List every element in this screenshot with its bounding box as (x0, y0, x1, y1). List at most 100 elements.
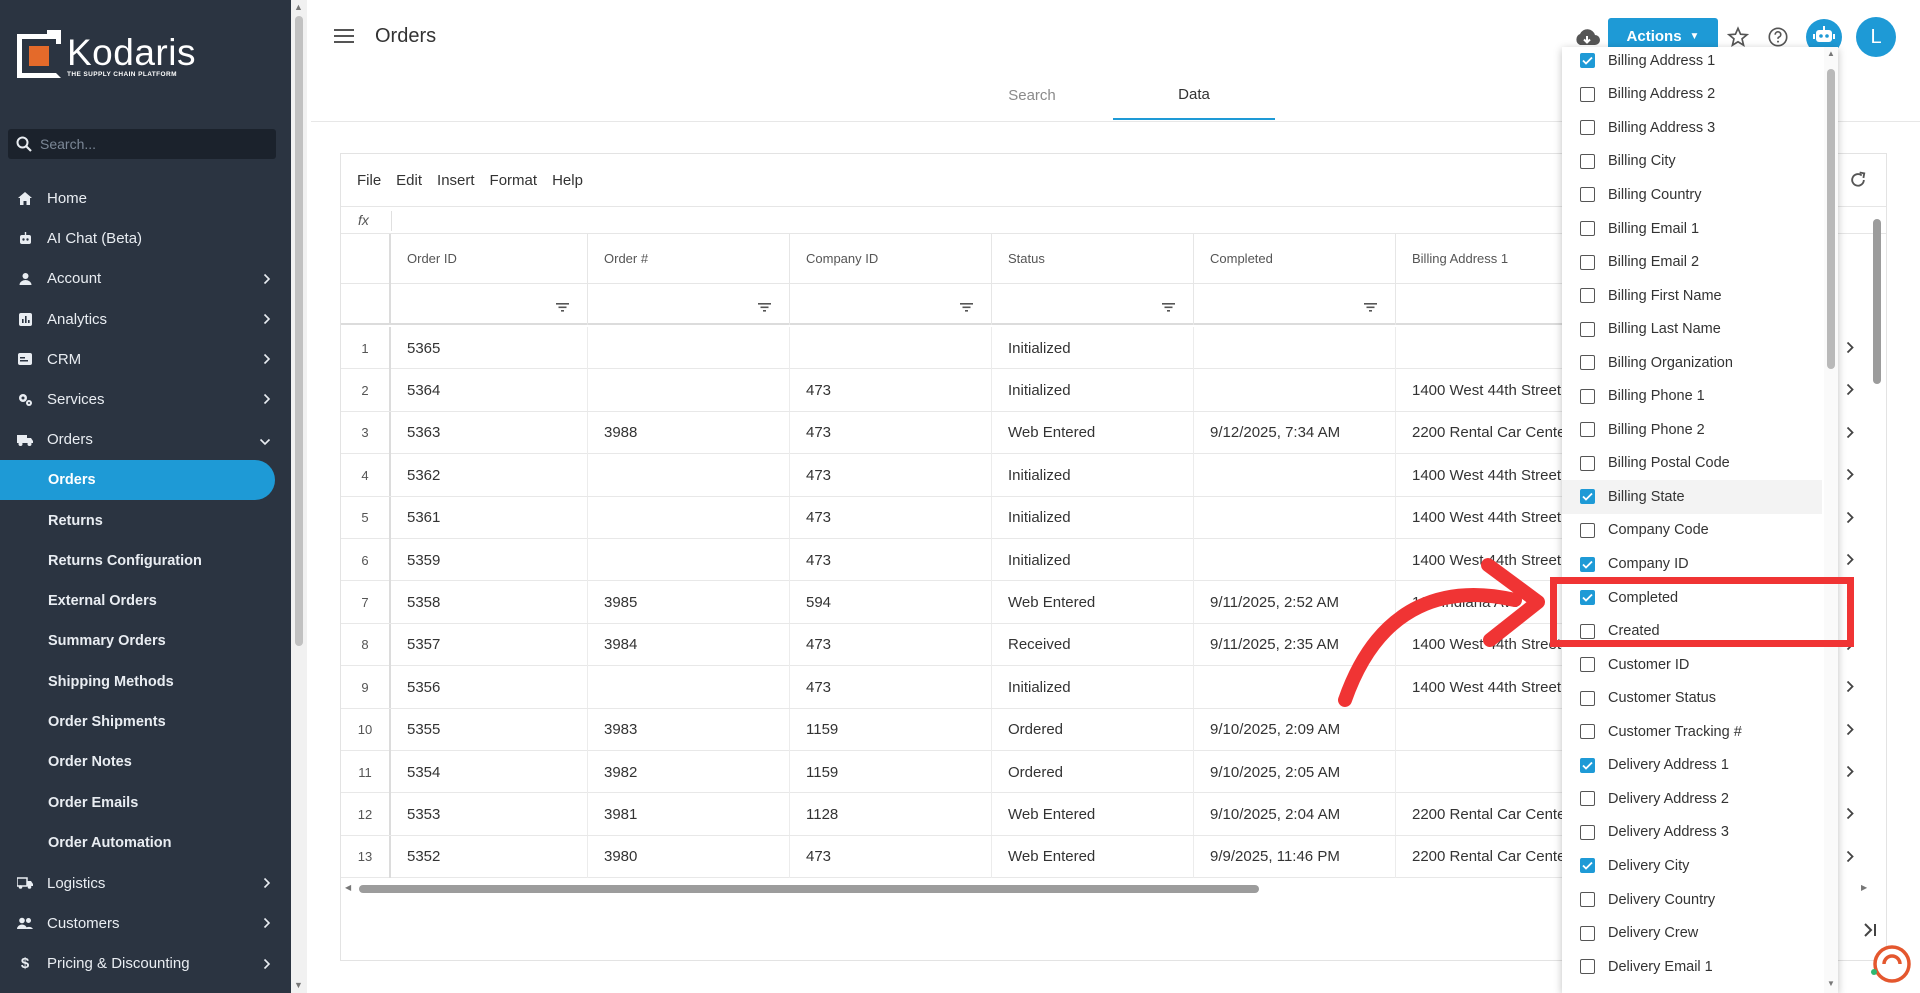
cell-company-id[interactable]: 473 (790, 666, 992, 709)
sidebar-subitem-order-notes[interactable]: Order Notes (0, 742, 291, 782)
table-row[interactable]: 5 5361 473 Initialized 1400 West 44th Street (341, 496, 1571, 539)
column-option-billing-organization[interactable]: Billing Organization (1562, 346, 1822, 380)
column-header-order-id[interactable]: Order ID (391, 234, 588, 284)
column-option-billing-address-3[interactable]: Billing Address 3 (1562, 111, 1822, 145)
cell-order[interactable] (588, 327, 790, 369)
cell-billing-address-1[interactable]: 1400 West 44th Street (1396, 666, 1571, 708)
filter-cell-order[interactable] (588, 284, 790, 325)
tab-data[interactable]: Data (1113, 70, 1275, 120)
cell-order[interactable] (588, 454, 790, 497)
checkbox-unchecked-icon[interactable] (1580, 321, 1595, 337)
cell-order-id[interactable]: 5365 (391, 327, 588, 369)
cell-company-id[interactable]: 473 (790, 539, 992, 581)
sidebar-item-ai-chat-beta[interactable]: AI Chat (Beta) (0, 218, 291, 258)
row-number[interactable]: 11 (341, 751, 391, 793)
checkbox-checked-icon[interactable] (1580, 53, 1595, 69)
sidebar-item-analytics[interactable]: Analytics (0, 299, 291, 339)
checkbox-unchecked-icon[interactable] (1580, 254, 1595, 270)
column-option-company-id[interactable]: Company ID (1562, 547, 1822, 581)
scroll-up-icon[interactable]: ▲ (294, 2, 303, 12)
filter-icon[interactable] (556, 299, 569, 317)
checkbox-checked-icon[interactable] (1580, 858, 1595, 874)
last-page-icon[interactable] (1861, 922, 1879, 943)
column-header-company-id[interactable]: Company ID (790, 234, 992, 284)
column-option-billing-city[interactable]: Billing City (1562, 145, 1822, 179)
table-row[interactable]: 10 5355 3983 1159 Ordered 9/10/2025, 2:09 AM (341, 708, 1571, 751)
scroll-down-icon[interactable]: ▼ (1827, 979, 1835, 988)
cell-order-id[interactable]: 5356 (391, 666, 588, 709)
column-header-status[interactable]: Status (992, 234, 1194, 284)
row-expand-chevron-icon[interactable] (1846, 723, 1854, 741)
cell-order-id[interactable]: 5359 (391, 539, 588, 581)
checkbox-checked-icon[interactable] (1580, 757, 1595, 773)
cell-company-id[interactable]: 473 (790, 835, 992, 878)
cell-order-id[interactable]: 5362 (391, 454, 588, 497)
filter-icon[interactable] (758, 299, 771, 317)
column-option-billing-phone-1[interactable]: Billing Phone 1 (1562, 380, 1822, 414)
cell-status[interactable]: Initialized (992, 327, 1194, 369)
table-row[interactable]: 13 5352 3980 473 Web Entered 9/9/2025, 11:46 … (341, 835, 1571, 879)
cell-company-id[interactable]: 473 (790, 496, 992, 539)
cell-status[interactable]: Ordered (992, 708, 1194, 751)
cell-order[interactable] (588, 369, 790, 412)
column-option-billing-first-name[interactable]: Billing First Name (1562, 279, 1822, 313)
checkbox-unchecked-icon[interactable] (1580, 824, 1595, 840)
sidebar-scroll-thumb[interactable] (295, 16, 303, 646)
row-number[interactable]: 2 (341, 369, 391, 412)
grid-vscroll-thumb[interactable] (1873, 219, 1881, 384)
checkbox-unchecked-icon[interactable] (1580, 288, 1595, 304)
table-row[interactable]: 9 5356 473 Initialized 1400 West 44th Street (341, 666, 1571, 709)
cell-order[interactable]: 3982 (588, 751, 790, 793)
cell-status[interactable]: Received (992, 623, 1194, 666)
cell-completed[interactable]: 9/10/2025, 2:05 AM (1194, 751, 1396, 793)
checkbox-unchecked-icon[interactable] (1580, 221, 1595, 236)
scroll-down-icon[interactable]: ▼ (294, 980, 303, 990)
cell-billing-address-1[interactable]: 1400 West 44th Street (1396, 454, 1571, 496)
column-option-billing-last-name[interactable]: Billing Last Name (1562, 312, 1822, 346)
table-row[interactable]: 6 5359 473 Initialized 1400 West 44th Street (341, 539, 1571, 582)
cell-order-id[interactable]: 5358 (391, 581, 588, 624)
cell-completed[interactable] (1194, 327, 1396, 369)
scroll-left-icon[interactable]: ◀ (345, 883, 351, 892)
row-number[interactable]: 8 (341, 623, 391, 666)
cell-order[interactable]: 3980 (588, 835, 790, 878)
cell-billing-address-1[interactable]: 1400 West 44th Street (1396, 539, 1571, 581)
cell-status[interactable]: Initialized (992, 454, 1194, 497)
cell-billing-address-1[interactable]: 101 Indiana Ave (1396, 581, 1571, 623)
checkbox-unchecked-icon[interactable] (1580, 925, 1595, 941)
cell-billing-address-1[interactable]: 1400 West 44th Street (1396, 624, 1571, 666)
cell-billing-address-1[interactable]: 1400 West 44th Street (1396, 497, 1571, 539)
row-number[interactable]: 1 (341, 327, 391, 369)
column-option-delivery-address-3[interactable]: Delivery Address 3 (1562, 816, 1822, 850)
row-expand-chevron-icon[interactable] (1846, 680, 1854, 698)
filter-cell-company-id[interactable] (790, 284, 992, 325)
checkbox-unchecked-icon[interactable] (1580, 388, 1595, 404)
cell-company-id[interactable]: 473 (790, 623, 992, 666)
column-option-customer-id[interactable]: Customer ID (1562, 648, 1822, 682)
sidebar-item-services[interactable]: Services (0, 379, 291, 419)
column-header-billing-address-1[interactable]: Billing Address 1 (1396, 234, 1571, 284)
hamburger-menu-icon[interactable] (334, 28, 354, 49)
chat-support-icon[interactable] (1868, 942, 1912, 991)
column-option-billing-postal-code[interactable]: Billing Postal Code (1562, 447, 1822, 481)
column-header-order[interactable]: Order # (588, 234, 790, 284)
sidebar-subitem-external-orders[interactable]: External Orders (0, 581, 291, 621)
cell-status[interactable]: Ordered (992, 751, 1194, 793)
user-avatar[interactable]: L (1856, 17, 1896, 57)
cell-order[interactable]: 3983 (588, 708, 790, 751)
sidebar-subitem-order-automation[interactable]: Order Automation (0, 823, 291, 863)
column-option-billing-phone-2[interactable]: Billing Phone 2 (1562, 413, 1822, 447)
column-option-billing-email-1[interactable]: Billing Email 1 (1562, 212, 1822, 246)
checkbox-unchecked-icon[interactable] (1580, 724, 1595, 740)
checkbox-checked-icon[interactable] (1580, 556, 1595, 572)
sidebar-search-input[interactable] (40, 136, 260, 152)
cell-order[interactable] (588, 496, 790, 539)
row-number[interactable]: 4 (341, 454, 391, 497)
row-number[interactable]: 9 (341, 666, 391, 709)
table-row[interactable]: 2 5364 473 Initialized 1400 West 44th Street (341, 369, 1571, 412)
checkbox-unchecked-icon[interactable] (1580, 959, 1595, 975)
column-picker-scroll-thumb[interactable] (1827, 69, 1835, 369)
refresh-icon[interactable] (1848, 170, 1868, 195)
column-option-delivery-country[interactable]: Delivery Country (1562, 883, 1822, 917)
column-option-customer-status[interactable]: Customer Status (1562, 681, 1822, 715)
